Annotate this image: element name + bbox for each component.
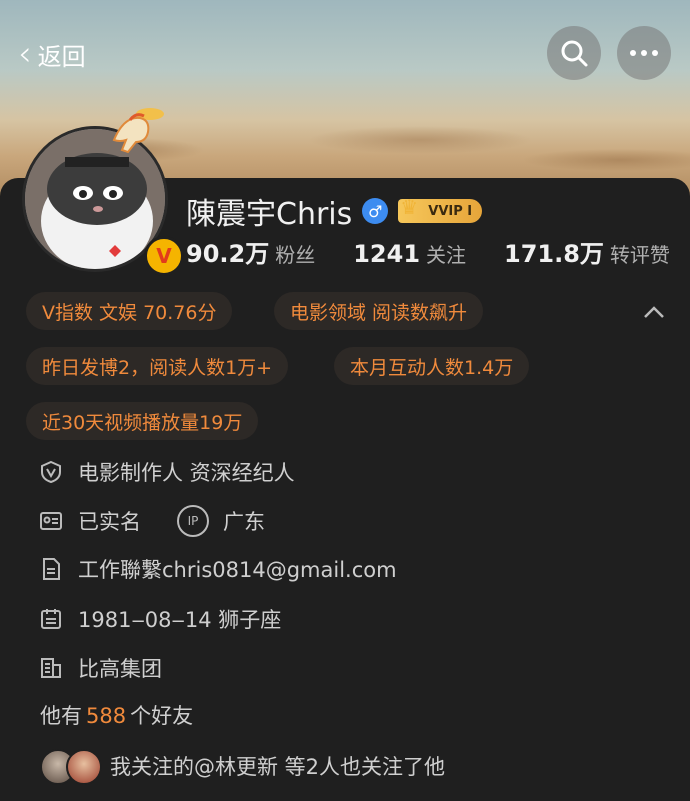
tag-v-index[interactable]: V指数 文娱 70.76分 xyxy=(26,292,233,330)
friends-prefix: 他有 xyxy=(40,704,82,728)
back-label: 返回 xyxy=(37,42,86,71)
chevron-up-icon xyxy=(644,306,664,318)
document-icon xyxy=(38,556,64,582)
more-dots-icon xyxy=(630,50,658,56)
occupation-row: 电影制作人 资深经纪人 xyxy=(38,455,295,489)
company-text: 比高集团 xyxy=(78,657,162,681)
company-row: 比高集团 xyxy=(38,651,162,685)
verification-row: 已实名 IP 广东 xyxy=(38,504,265,538)
birthday-text: 1981‒08‒14 狮子座 xyxy=(78,608,282,632)
crown-icon: ♛ xyxy=(400,195,419,219)
stat-fans[interactable]: 90.2万 粉丝 xyxy=(186,234,315,269)
stat-following-value: 1241 xyxy=(353,240,421,268)
stat-following-label: 关注 xyxy=(426,243,467,267)
tag-video-plays[interactable]: 近30天视频播放量19万 xyxy=(26,402,259,440)
stat-reposts-value: 171.8万 xyxy=(504,240,604,268)
chevron-left-icon: ‹ xyxy=(18,34,32,74)
contact-row: 工作聯繫chris0814@gmail.com xyxy=(38,552,397,586)
mutual-follow-row[interactable]: 我关注的@林更新 等2人也关注了他 xyxy=(40,748,446,785)
more-button[interactable] xyxy=(617,26,671,80)
building-icon xyxy=(38,655,64,681)
vvip-badge[interactable]: ♛ VVIP Ⅰ xyxy=(398,195,483,223)
calendar-icon xyxy=(38,606,64,632)
tag-movie-field[interactable]: 电影领域 阅读数飙升 xyxy=(274,292,484,330)
male-gender-icon: ♂ xyxy=(362,198,389,224)
ip-location-icon: IP xyxy=(177,505,209,537)
search-button[interactable] xyxy=(547,26,601,80)
collapse-tags-button[interactable] xyxy=(640,298,668,326)
profile-name: 陳震宇Chris xyxy=(186,197,353,232)
search-icon xyxy=(561,40,588,67)
occupation-text: 电影制作人 资深经纪人 xyxy=(78,461,295,485)
horse-pendant-icon xyxy=(112,108,164,154)
verified-badge: V xyxy=(144,236,184,276)
tag-monthly-interaction[interactable]: 本月互动人数1.4万 xyxy=(334,347,530,385)
friends-count-row[interactable]: 他有 588 个好友 xyxy=(40,700,193,730)
id-card-icon xyxy=(38,508,64,534)
tag-yesterday-posts[interactable]: 昨日发博2，阅读人数1万+ xyxy=(26,347,289,385)
stat-following[interactable]: 1241 关注 xyxy=(353,239,466,268)
mutual-follow-text: 我关注的@林更新 等2人也关注了他 xyxy=(110,755,446,779)
name-row: 陳震宇Chris ♂ ♛ VVIP Ⅰ xyxy=(186,190,483,232)
stat-fans-label: 粉丝 xyxy=(275,243,316,267)
birthday-row: 1981‒08‒14 狮子座 xyxy=(38,602,281,636)
vvip-label: VVIP Ⅰ xyxy=(428,203,473,219)
stat-reposts-label: 转评赞 xyxy=(609,243,670,267)
mutual-avatar-2 xyxy=(66,749,102,785)
stat-fans-value: 90.2万 xyxy=(186,240,270,268)
real-name-text: 已实名 xyxy=(78,510,141,534)
contact-text: 工作聯繫chris0814@gmail.com xyxy=(78,558,397,582)
shield-v-icon xyxy=(38,459,64,485)
friends-suffix: 个好友 xyxy=(130,704,194,728)
friends-count: 588 xyxy=(86,704,127,728)
stats-row: 90.2万 粉丝 1241 关注 171.8万 转评赞 xyxy=(186,234,670,274)
back-button[interactable]: ‹ 返回 xyxy=(18,34,86,74)
mutual-avatars xyxy=(40,749,102,785)
stat-reposts[interactable]: 171.8万 转评赞 xyxy=(504,234,670,269)
location-text: 广东 xyxy=(223,510,265,534)
